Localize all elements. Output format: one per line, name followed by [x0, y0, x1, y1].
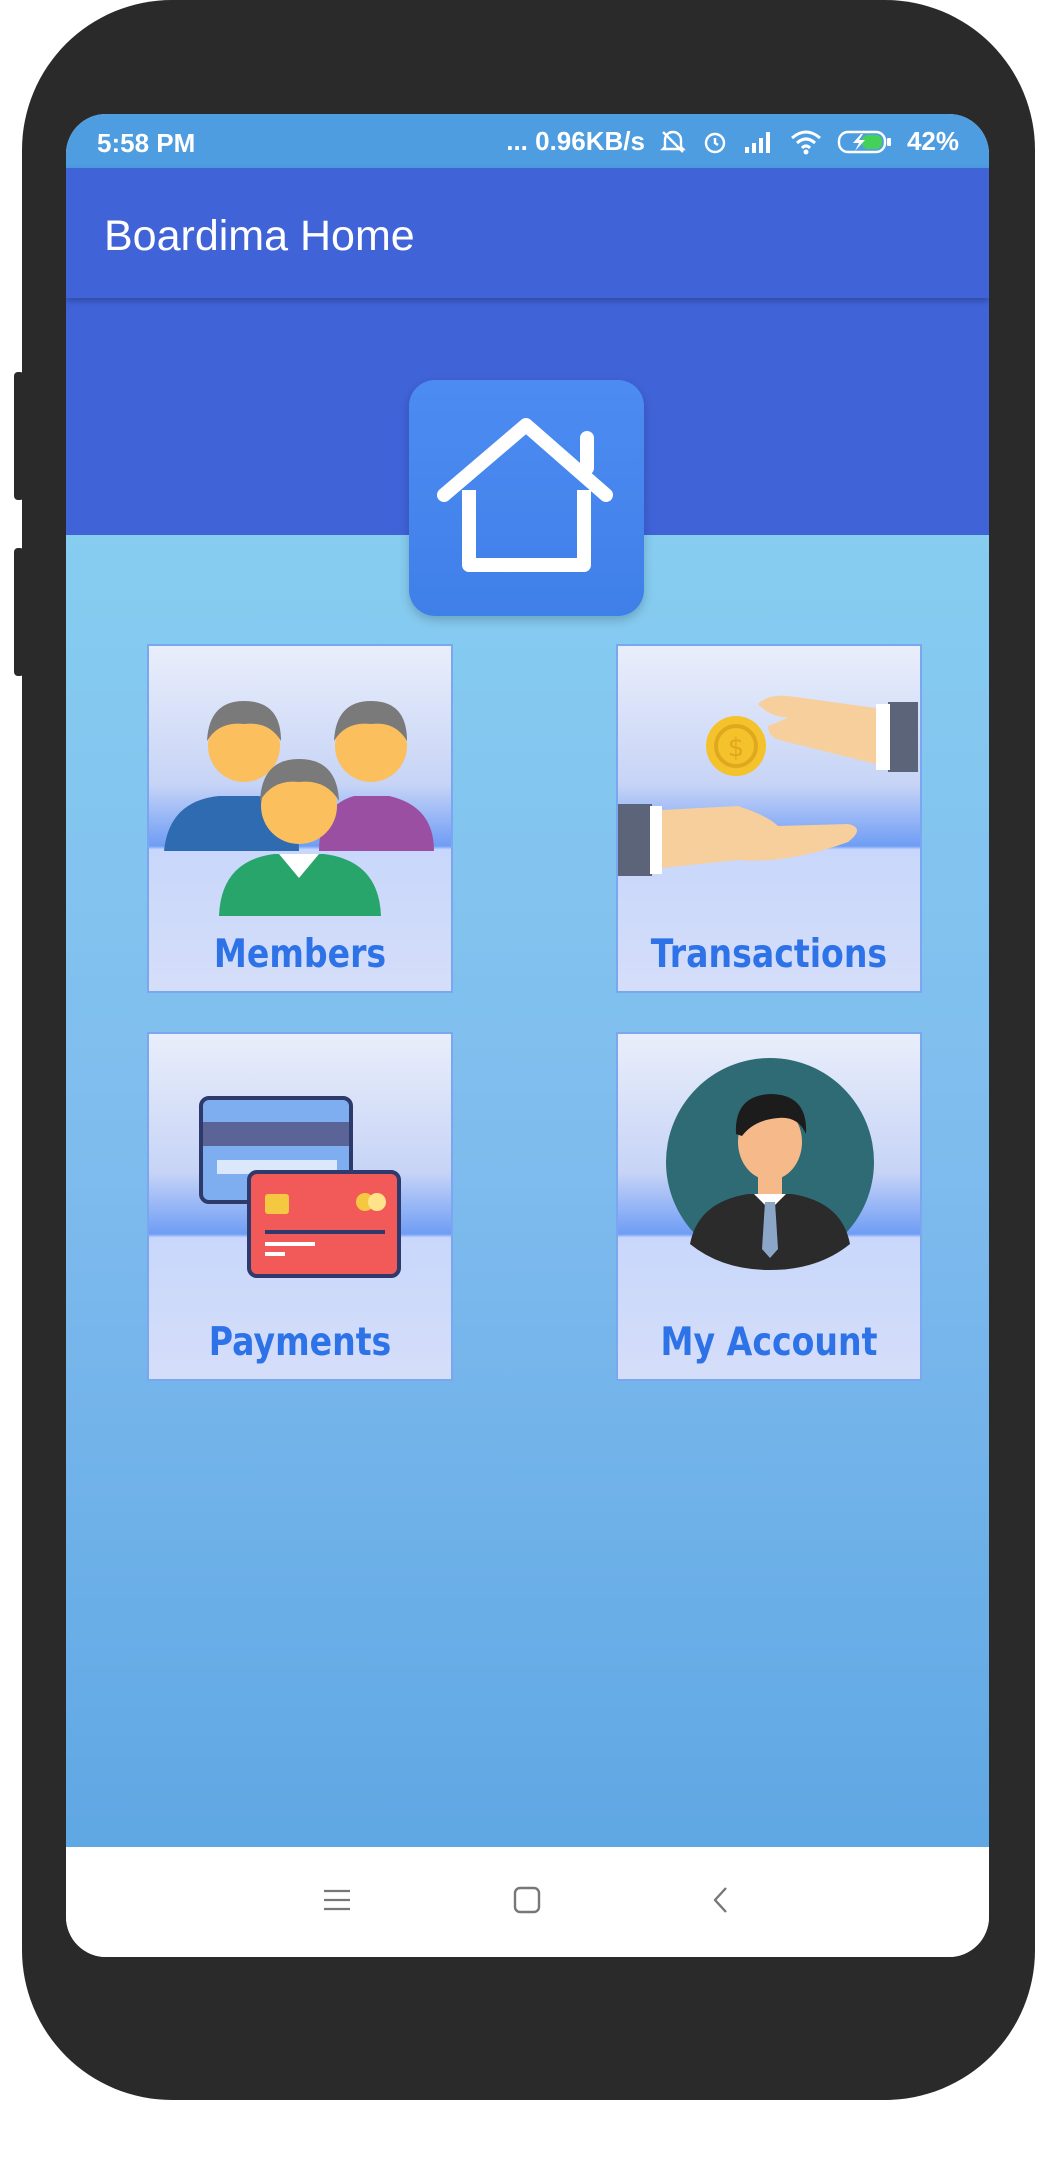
transactions-label: Transactions	[650, 932, 888, 977]
members-card[interactable]: Members	[147, 644, 453, 993]
transactions-icon: $	[618, 695, 918, 876]
status-bar: 5:58 PM ... 0.96KB/s 42%	[66, 114, 989, 168]
battery-icon	[837, 130, 891, 153]
battery-percent: 42%	[906, 126, 959, 156]
payments-card[interactable]: Payments	[147, 1032, 453, 1381]
my-account-card[interactable]: My Account	[616, 1032, 922, 1381]
menu-icon[interactable]	[322, 1885, 352, 1915]
home-icon	[437, 418, 613, 572]
my-account-label: My Account	[660, 1320, 878, 1365]
status-icons: ... 0.96KB/s 42%	[506, 126, 959, 157]
wifi-icon	[790, 130, 821, 154]
power-button	[14, 548, 24, 676]
home-square-icon[interactable]	[512, 1885, 542, 1915]
home-tile	[409, 380, 644, 616]
members-icon	[164, 701, 434, 916]
mute-icon	[660, 130, 686, 153]
payments-label: Payments	[208, 1320, 392, 1365]
navigation-bar	[66, 1847, 989, 1957]
screen: 5:58 PM ... 0.96KB/s 42% Boardima Home M…	[66, 114, 989, 1957]
network-speed: ... 0.96KB/s	[506, 126, 645, 156]
status-time: 5:58 PM	[97, 128, 196, 158]
transactions-card[interactable]: $ Transactions	[616, 644, 922, 993]
members-label: Members	[213, 932, 387, 977]
svg-text:$: $	[728, 733, 745, 763]
app-title: Boardima Home	[104, 212, 415, 260]
app-bar: Boardima Home	[66, 168, 989, 298]
alarm-icon	[704, 132, 726, 153]
my-account-icon	[666, 1058, 874, 1270]
signal-icon	[744, 131, 770, 153]
back-icon[interactable]	[706, 1885, 736, 1915]
volume-button	[14, 372, 24, 500]
payments-icon	[199, 1096, 401, 1278]
